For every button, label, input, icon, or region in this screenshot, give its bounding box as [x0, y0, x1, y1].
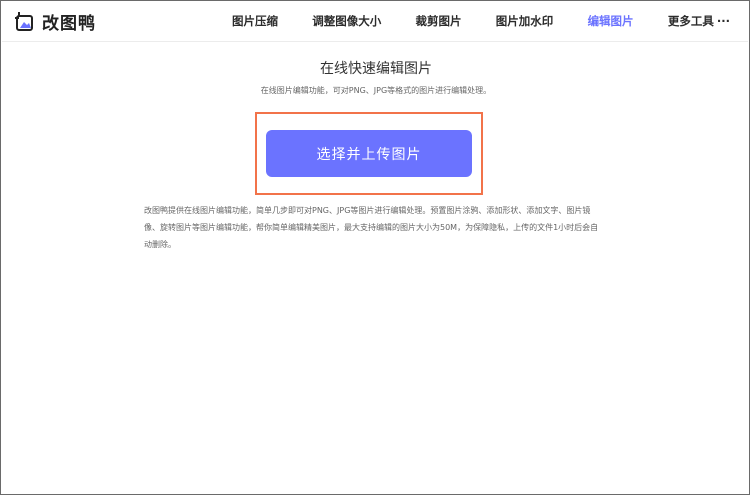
- page-title: 在线快速编辑图片: [320, 61, 432, 77]
- upload-image-button[interactable]: 选择并上传图片: [266, 130, 472, 177]
- nav-item-resize-image[interactable]: 调整图像大小: [312, 13, 381, 29]
- page-subtitle: 在线图片编辑功能，可对PNG、JPG等格式的图片进行编辑处理。: [260, 86, 492, 95]
- main-nav: 图片压缩 调整图像大小 裁剪图片 图片加水印 编辑图片 更多工具 ···: [232, 2, 730, 40]
- logo[interactable]: 改图鸭: [14, 9, 96, 34]
- nav-item-image-compress[interactable]: 图片压缩: [232, 13, 278, 29]
- nav-item-more-tools[interactable]: 更多工具 ···: [668, 13, 730, 29]
- nav-item-watermark[interactable]: 图片加水印: [496, 13, 554, 29]
- top-header: 改图鸭 图片压缩 调整图像大小 裁剪图片 图片加水印 编辑图片 更多工具 ···: [2, 2, 748, 42]
- page-frame: 改图鸭 图片压缩 调整图像大小 裁剪图片 图片加水印 编辑图片 更多工具 ··· …: [0, 0, 750, 495]
- nav-item-edit-image[interactable]: 编辑图片: [588, 13, 634, 29]
- nav-item-crop-image[interactable]: 裁剪图片: [416, 13, 462, 29]
- upload-highlight-box: 选择并上传图片: [255, 112, 483, 195]
- logo-icon: [15, 11, 33, 31]
- logo-text: 改图鸭: [42, 14, 96, 34]
- more-dots-icon: ···: [716, 14, 730, 28]
- feature-description: 改图鸭提供在线图片编辑功能，简单几步即可对PNG、JPG等图片进行编辑处理。预置…: [144, 206, 599, 249]
- nav-more-label: 更多工具: [667, 14, 714, 28]
